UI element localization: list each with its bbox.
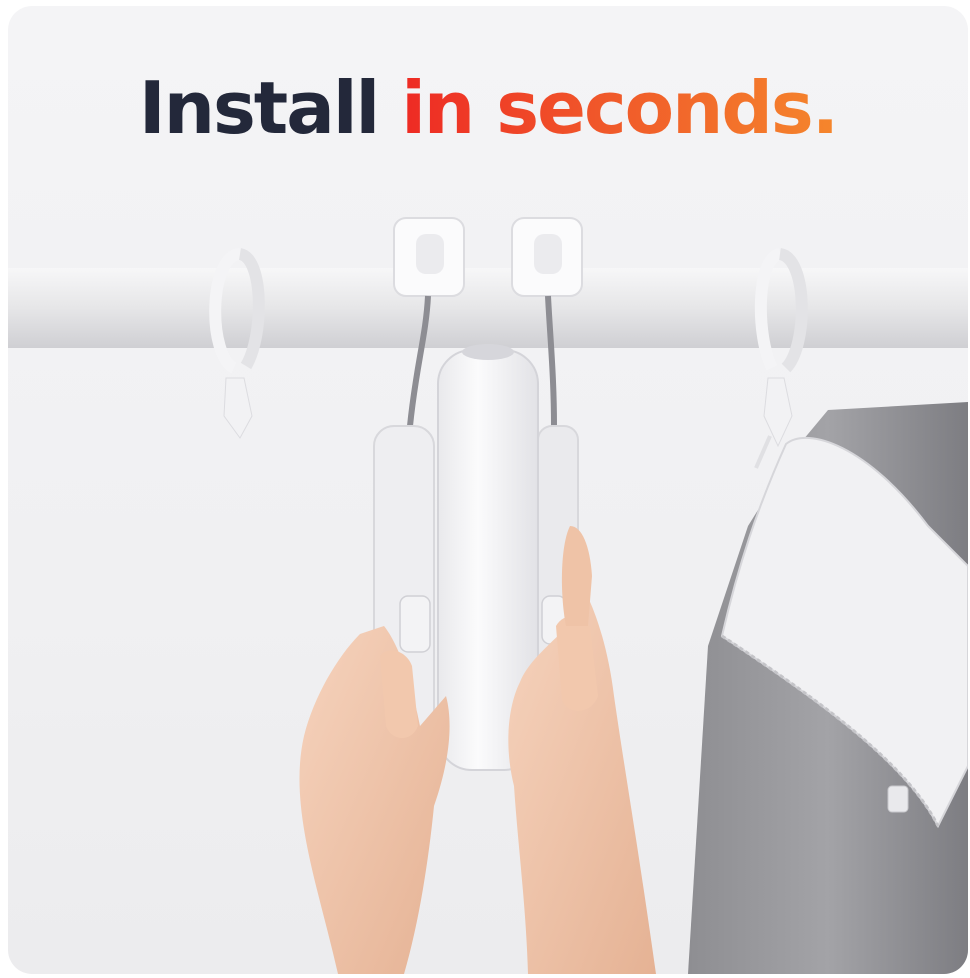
installation-illustration [8,217,968,974]
headline: Install in seconds. [8,72,968,144]
headline-part-2: in seconds. [401,66,839,150]
headline-part-1: Install [138,66,380,150]
hero-card: Install in seconds. [8,6,968,974]
curtain-rod [8,268,968,348]
grey-curtain [688,402,968,974]
